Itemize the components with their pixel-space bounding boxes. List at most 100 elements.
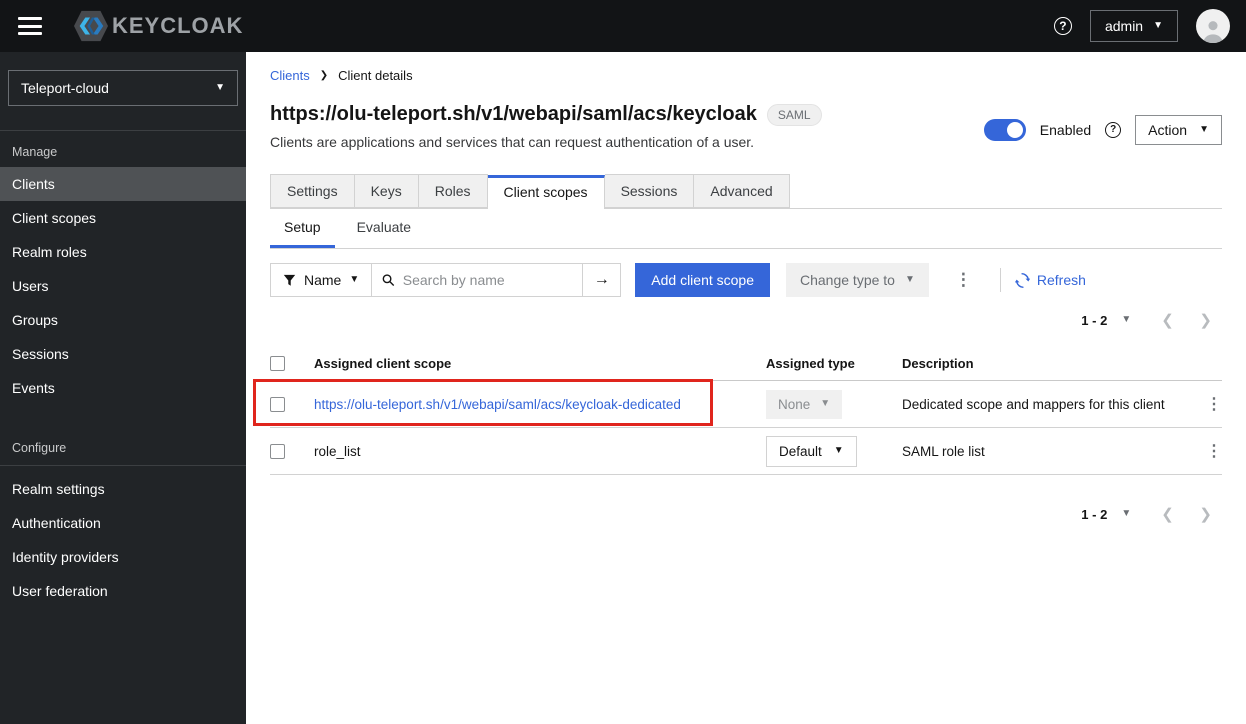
search-input[interactable]	[402, 272, 573, 288]
column-description: Description	[902, 356, 974, 371]
keycloak-logo-icon	[74, 10, 108, 42]
row-kebab-menu[interactable]: ⋮	[1206, 396, 1222, 413]
chevron-down-icon: ▼	[833, 445, 844, 456]
assigned-type-value: Default	[779, 443, 822, 459]
table-row: role_list Default ▼ SAML role list ⋮	[270, 428, 1222, 475]
refresh-label: Refresh	[1036, 272, 1086, 288]
sidebar-item-realm-settings[interactable]: Realm settings	[0, 472, 246, 506]
row-description: SAML role list	[902, 443, 985, 459]
breadcrumb: Clients ❯ Client details	[270, 68, 1222, 83]
sidebar-item-events[interactable]: Events	[0, 371, 246, 405]
search-group: →	[372, 263, 622, 297]
column-assigned-client-scope: Assigned client scope	[314, 356, 452, 371]
sidebar-item-clients[interactable]: Clients	[0, 167, 246, 201]
row-checkbox[interactable]	[270, 396, 285, 412]
row-checkbox[interactable]	[270, 443, 285, 459]
pagination-bottom: 1 - 2 ▼ ❮ ❯	[270, 505, 1222, 523]
tab-client-scopes[interactable]: Client scopes	[487, 175, 605, 209]
tab-sessions[interactable]: Sessions	[604, 174, 695, 208]
toolbar-divider	[999, 268, 1001, 292]
add-client-scope-button[interactable]: Add client scope	[635, 263, 770, 297]
sidebar-divider	[0, 465, 246, 466]
page-header-controls: Enabled ? Action ▼	[983, 109, 1222, 150]
enabled-toggle[interactable]	[983, 118, 1026, 141]
enabled-label: Enabled	[1039, 121, 1092, 138]
filter-type-label: Name	[304, 272, 342, 288]
main-content: Clients ❯ Client details https://olu-tel…	[246, 52, 1246, 724]
sidebar-item-groups[interactable]: Groups	[0, 303, 246, 337]
chevron-right-icon: ❯	[319, 70, 329, 81]
sidebar-item-authentication[interactable]: Authentication	[0, 506, 246, 540]
chevron-down-icon: ▼	[904, 274, 915, 285]
brand-text: KEYCLOAK	[112, 13, 244, 38]
table-header-row: Assigned client scope Assigned type Desc…	[270, 347, 1222, 381]
help-icon[interactable]: ?	[1053, 17, 1072, 35]
keycloak-logo: KEYCLOAK	[72, 9, 243, 43]
subtab-setup[interactable]: Setup	[270, 209, 335, 248]
top-bar: KEYCLOAK ? admin ▼	[0, 0, 1246, 52]
action-dropdown-label: Action	[1148, 121, 1188, 138]
sidebar-item-sessions[interactable]: Sessions	[0, 337, 246, 371]
pagination-next-button[interactable]: ❯	[1195, 506, 1216, 523]
realm-selector-label: Teleport-cloud	[21, 80, 109, 96]
assigned-type-dropdown[interactable]: Default ▼	[766, 435, 857, 467]
arrow-right-icon: →	[593, 271, 610, 288]
pagination-range-dropdown[interactable]: 1 - 2 ▼	[1081, 313, 1131, 328]
tab-keys[interactable]: Keys	[354, 174, 419, 208]
toolbar: Name ▼ → Add client scope Change type to	[270, 263, 1222, 297]
assigned-type-value: None	[778, 396, 811, 412]
refresh-button[interactable]: Refresh	[1014, 272, 1086, 288]
row-description: Dedicated scope and mappers for this cli…	[902, 396, 1165, 412]
tab-advanced[interactable]: Advanced	[694, 174, 790, 208]
page-subtitle: Clients are applications and services th…	[270, 134, 755, 150]
nav-section-manage: Manage	[12, 145, 58, 159]
pagination-range-dropdown[interactable]: 1 - 2 ▼	[1081, 507, 1131, 522]
pagination-prev-button[interactable]: ❮	[1157, 506, 1178, 523]
toolbar-kebab-menu[interactable]: ⋮	[941, 270, 986, 290]
sidebar: Teleport-cloud ▼ Manage Clients Client s…	[0, 52, 246, 724]
breadcrumb-current: Client details	[338, 68, 413, 83]
row-kebab-menu[interactable]: ⋮	[1206, 443, 1222, 460]
action-dropdown[interactable]: Action ▼	[1135, 114, 1222, 145]
search-icon	[382, 274, 395, 286]
sidebar-item-realm-roles[interactable]: Realm roles	[0, 235, 246, 269]
realm-selector[interactable]: Teleport-cloud ▼	[8, 70, 238, 106]
client-scope-link[interactable]: https://olu-teleport.sh/v1/webapi/saml/a…	[314, 397, 681, 412]
chevron-down-icon: ▼	[820, 398, 831, 409]
chevron-down-icon: ▼	[1121, 314, 1132, 325]
sidebar-item-users[interactable]: Users	[0, 269, 246, 303]
pagination-range-label: 1 - 2	[1081, 506, 1108, 522]
breadcrumb-clients-link[interactable]: Clients	[270, 68, 310, 83]
sidebar-item-client-scopes[interactable]: Client scopes	[0, 201, 246, 235]
avatar[interactable]	[1196, 9, 1230, 43]
assigned-type-dropdown[interactable]: None ▼	[766, 389, 843, 419]
chevron-down-icon: ▼	[1199, 123, 1209, 135]
chevron-down-icon: ▼	[349, 274, 360, 285]
tab-roles[interactable]: Roles	[418, 174, 488, 208]
sidebar-item-identity-providers[interactable]: Identity providers	[0, 540, 246, 574]
subtab-bar: Setup Evaluate	[270, 209, 1222, 249]
client-scopes-table: Assigned client scope Assigned type Desc…	[253, 347, 1222, 475]
chevron-down-icon: ▼	[1153, 20, 1163, 31]
pagination-next-button[interactable]: ❯	[1195, 312, 1216, 329]
subtab-evaluate[interactable]: Evaluate	[343, 209, 425, 248]
nav-section-configure: Configure	[12, 441, 67, 455]
hamburger-menu-icon[interactable]	[18, 17, 42, 35]
search-submit-button[interactable]: →	[582, 264, 621, 296]
pagination-prev-button[interactable]: ❮	[1157, 312, 1178, 329]
sidebar-item-user-federation[interactable]: User federation	[0, 574, 246, 608]
saml-badge: SAML	[766, 103, 822, 126]
table-row: https://olu-teleport.sh/v1/webapi/saml/a…	[270, 381, 1222, 428]
filter-type-dropdown[interactable]: Name ▼	[270, 263, 373, 297]
change-type-label: Change type to	[800, 272, 895, 288]
client-scope-name: role_list	[314, 443, 361, 459]
help-icon[interactable]: ?	[1105, 121, 1122, 138]
change-type-dropdown[interactable]: Change type to ▼	[786, 263, 929, 297]
chevron-down-icon: ▼	[215, 82, 225, 93]
select-all-checkbox[interactable]	[270, 356, 285, 371]
tab-bar: Settings Keys Roles Client scopes Sessio…	[270, 174, 1222, 209]
column-assigned-type: Assigned type	[766, 356, 855, 371]
user-menu-dropdown[interactable]: admin ▼	[1089, 10, 1178, 42]
tab-settings[interactable]: Settings	[270, 174, 355, 208]
page-title: https://olu-teleport.sh/v1/webapi/saml/a…	[270, 103, 757, 125]
